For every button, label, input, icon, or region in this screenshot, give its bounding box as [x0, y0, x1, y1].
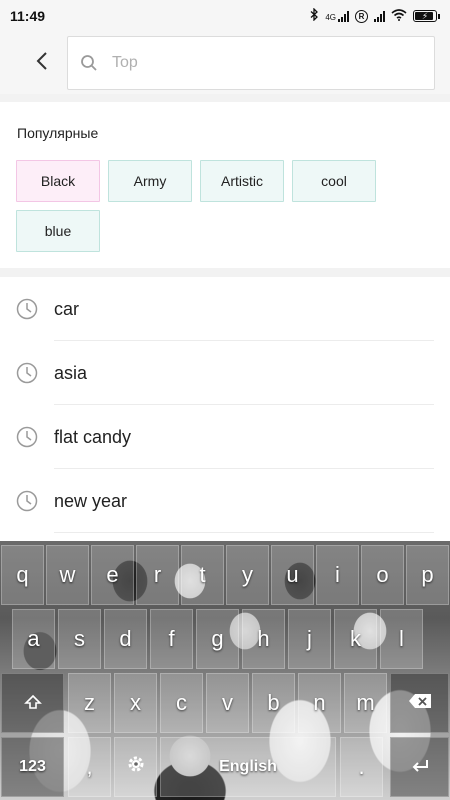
tag-artistic[interactable]: Artistic [200, 160, 284, 202]
clock-icon [16, 362, 38, 384]
key-z[interactable]: z [68, 673, 111, 733]
tag-army[interactable]: Army [108, 160, 192, 202]
history-item[interactable]: car [0, 277, 450, 341]
key-p[interactable]: p [406, 545, 449, 605]
clock-icon [16, 490, 38, 512]
battery-icon: ⚡ [413, 10, 440, 22]
clock-icon [16, 298, 38, 320]
keyboard: q w e r t y u i o p a s d f g h j k l z … [0, 541, 450, 800]
settings-key[interactable] [114, 737, 157, 797]
back-arrow-icon [36, 51, 48, 76]
enter-key[interactable] [390, 737, 449, 797]
history-text: flat candy [54, 426, 132, 447]
search-icon [80, 53, 100, 73]
gear-icon [126, 754, 146, 780]
wifi-icon [391, 8, 407, 24]
key-u[interactable]: u [271, 545, 314, 605]
signal-icon: 4G [325, 10, 349, 22]
history-text: asia [54, 362, 88, 383]
history-item[interactable]: asia [0, 341, 450, 405]
key-e[interactable]: e [91, 545, 134, 605]
keyboard-row-3: z x c v b n m [0, 673, 450, 737]
key-v[interactable]: v [206, 673, 249, 733]
key-t[interactable]: t [181, 545, 224, 605]
key-s[interactable]: s [58, 609, 101, 669]
backspace-icon [407, 690, 433, 716]
key-h[interactable]: h [242, 609, 285, 669]
key-d[interactable]: d [104, 609, 147, 669]
key-b[interactable]: b [252, 673, 295, 733]
key-a[interactable]: a [12, 609, 55, 669]
search-box[interactable] [67, 36, 435, 90]
bluetooth-icon [310, 7, 319, 24]
history-text: car [54, 298, 80, 319]
enter-icon [410, 754, 430, 780]
search-input[interactable] [112, 54, 412, 72]
keyboard-row-4: 123 , English . [0, 737, 450, 800]
status-bar: 11:49 4G R ⚡ [0, 0, 450, 32]
keyboard-row-2: a s d f g h j k l [0, 609, 450, 673]
status-time: 11:49 [10, 8, 46, 24]
roaming-icon: R [355, 9, 368, 23]
space-key[interactable]: English [160, 737, 336, 797]
key-i[interactable]: i [316, 545, 359, 605]
signal-icon-2 [374, 10, 385, 22]
back-button[interactable] [28, 49, 56, 77]
shift-icon [23, 690, 42, 716]
key-x[interactable]: x [114, 673, 157, 733]
history-text: new year [54, 490, 128, 511]
search-header [0, 32, 450, 94]
shift-key[interactable] [1, 673, 64, 733]
clock-icon [16, 426, 38, 448]
tag-cool[interactable]: cool [292, 160, 376, 202]
tag-blue[interactable]: blue [16, 210, 100, 252]
popular-tags: Black Army Artistic cool blue [16, 160, 436, 252]
period-key[interactable]: . [340, 737, 383, 797]
key-n[interactable]: n [298, 673, 341, 733]
section-divider-2 [0, 268, 450, 277]
key-w[interactable]: w [46, 545, 89, 605]
popular-section: Популярные Black Army Artistic cool blue [0, 102, 450, 268]
key-c[interactable]: c [160, 673, 203, 733]
history-item[interactable]: flat candy [0, 405, 450, 469]
key-j[interactable]: j [288, 609, 331, 669]
numbers-key[interactable]: 123 [1, 737, 64, 797]
status-icons: 4G R ⚡ [310, 7, 440, 24]
key-o[interactable]: o [361, 545, 404, 605]
key-g[interactable]: g [196, 609, 239, 669]
popular-title: Популярные [17, 125, 99, 141]
comma-key[interactable]: , [68, 737, 111, 797]
backspace-key[interactable] [390, 673, 449, 733]
key-l[interactable]: l [380, 609, 423, 669]
key-k[interactable]: k [334, 609, 377, 669]
key-q[interactable]: q [1, 545, 44, 605]
tag-black[interactable]: Black [16, 160, 100, 202]
key-m[interactable]: m [344, 673, 387, 733]
key-f[interactable]: f [150, 609, 193, 669]
section-divider [0, 94, 450, 102]
key-r[interactable]: r [136, 545, 179, 605]
key-y[interactable]: y [226, 545, 269, 605]
history-item[interactable]: new year [0, 469, 450, 533]
keyboard-row-1: q w e r t y u i o p [0, 545, 450, 609]
search-history: car asia flat candy new year [0, 277, 450, 533]
